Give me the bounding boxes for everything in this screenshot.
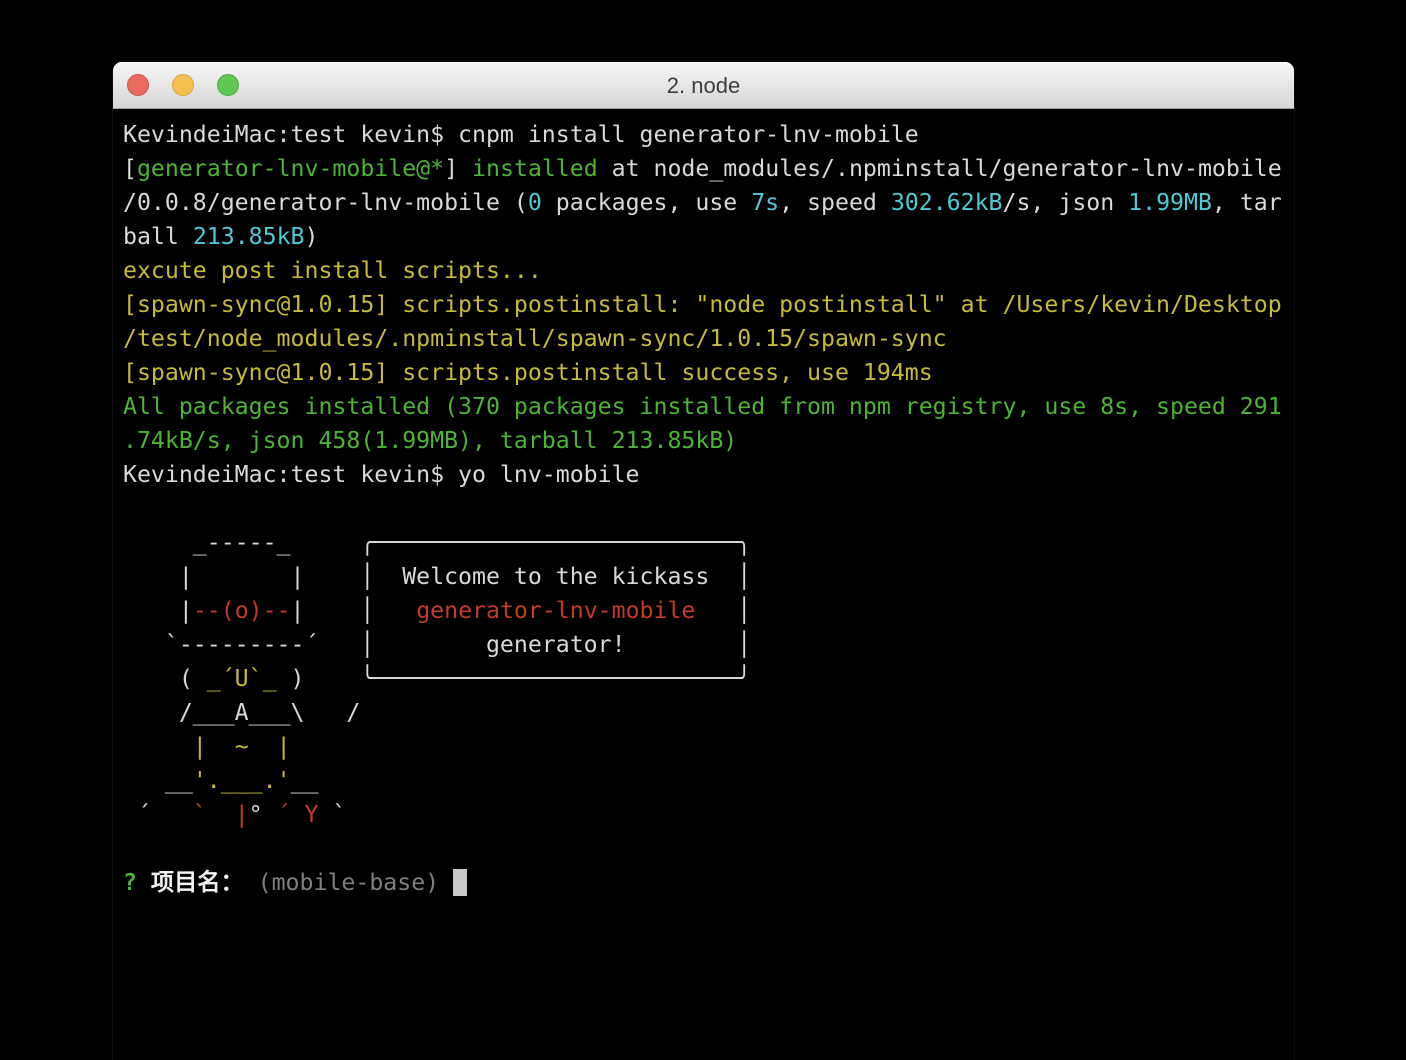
terminal-text-segment: /0.0.8/generator-lnv-mobile (: [123, 189, 528, 216]
terminal-text-segment: ` |: [192, 801, 249, 828]
terminal-line: /test/node_modules/.npminstall/spawn-syn…: [123, 322, 1284, 356]
terminal-line: __'.___.'__: [123, 764, 1284, 798]
terminal-text-segment: `---------´ │ generator! │: [123, 631, 752, 658]
terminal-text-segment: (mobile-base): [257, 869, 454, 896]
terminal-text-segment: at node_modules/.npminstall/generator-ln…: [597, 155, 1282, 182]
terminal-text-segment: installed: [472, 155, 598, 182]
terminal-text-segment: _´U`_: [206, 665, 277, 692]
terminal-line: /___A___\ /: [123, 696, 1284, 730]
terminal-text-segment: generator-lnv-mobile@*: [136, 155, 445, 182]
terminal-text-segment: __: [290, 767, 319, 794]
terminal-text-segment: KevindeiMac:test kevin$ cnpm install gen…: [123, 121, 919, 148]
terminal-text-segment: (: [123, 665, 207, 692]
terminal-text-segment: , speed: [779, 189, 891, 216]
terminal-text-segment: excute post install scripts...: [123, 257, 542, 284]
terminal-line: ? 项目名： (mobile-base): [123, 866, 1284, 900]
terminal-text-segment: ´: [123, 801, 193, 828]
terminal-text-segment: 7s: [751, 189, 780, 216]
terminal-text-segment: [spawn-sync@1.0.15] scripts.postinstall:…: [123, 291, 1282, 318]
terminal-line: _-----_ ╭──────────────────────────╮: [123, 526, 1284, 560]
terminal-cursor[interactable]: [453, 869, 468, 896]
terminal-text-segment: |: [123, 597, 193, 624]
terminal-text-segment: | | │ Welcome to the kickass │: [123, 563, 752, 590]
terminal-text-segment: 1.99MB: [1128, 189, 1212, 216]
terminal-line: [spawn-sync@1.0.15] scripts.postinstall:…: [123, 288, 1284, 322]
terminal-text-segment: ) ╰──────────────────────────╯: [276, 665, 752, 692]
terminal-line: |--(o)--| │ generator-lnv-mobile │: [123, 594, 1284, 628]
terminal-text-segment: /___A___\ /: [123, 699, 361, 726]
terminal-text-segment: [: [123, 155, 137, 182]
terminal-text-segment: 213.85kB: [192, 223, 305, 250]
desktop-background: 2. node KevindeiMac:test kevin$ cnpm ins…: [0, 0, 1406, 1060]
terminal-text-segment: , tar: [1211, 189, 1282, 216]
terminal-text-segment: ): [304, 223, 319, 250]
window-title: 2. node: [666, 73, 741, 98]
terminal-text-segment: | ~ |: [192, 733, 291, 760]
terminal-line: excute post install scripts...: [123, 254, 1284, 288]
terminal-text-segment: ?: [123, 869, 151, 896]
terminal-text-segment: packages, use: [541, 189, 752, 216]
terminal-output: KevindeiMac:test kevin$ cnpm install gen…: [123, 118, 1284, 900]
terminal-line: KevindeiMac:test kevin$ yo lnv-mobile: [123, 458, 1284, 492]
terminal-text-segment: .74kB/s, json 458(1.99MB), tarball 213.8…: [123, 427, 738, 454]
terminal-text-segment: --(o)--: [192, 597, 291, 624]
terminal-text-segment: _-----_ ╭──────────────────────────╮: [123, 529, 752, 556]
terminal-line: [generator-lnv-mobile@*] installed at no…: [123, 152, 1284, 186]
terminal-screen[interactable]: KevindeiMac:test kevin$ cnpm install gen…: [113, 109, 1294, 900]
terminal-text-segment: /s, json: [1002, 189, 1129, 216]
terminal-text-segment: │: [695, 597, 752, 624]
terminal-line: All packages installed (370 packages ins…: [123, 390, 1284, 424]
terminal-text-segment: All packages installed (370 packages ins…: [123, 393, 1282, 420]
terminal-text-segment: generator-lnv-mobile: [416, 597, 696, 624]
terminal-text-segment: 项目名：: [150, 869, 258, 896]
terminal-line: /0.0.8/generator-lnv-mobile (0 packages,…: [123, 186, 1284, 220]
terminal-line: ( _´U`_ ) ╰──────────────────────────╯: [123, 662, 1284, 696]
terminal-line: ´ ` |° ´ Y `: [123, 798, 1284, 832]
terminal-line: ball 213.85kB): [123, 220, 1284, 254]
terminal-text-segment: 0: [527, 189, 542, 216]
terminal-text-segment: __: [123, 767, 193, 794]
terminal-line: .74kB/s, json 458(1.99MB), tarball 213.8…: [123, 424, 1284, 458]
terminal-line: | | │ Welcome to the kickass │: [123, 560, 1284, 594]
terminal-line: KevindeiMac:test kevin$ cnpm install gen…: [123, 118, 1284, 152]
terminal-text-segment: 302.62kB: [890, 189, 1003, 216]
terminal-text-segment: °: [248, 801, 277, 828]
title-bar[interactable]: 2. node: [113, 62, 1294, 109]
terminal-window: 2. node KevindeiMac:test kevin$ cnpm ins…: [113, 62, 1294, 1060]
terminal-line: [spawn-sync@1.0.15] scripts.postinstall …: [123, 356, 1284, 390]
terminal-text-segment: KevindeiMac:test kevin$ yo lnv-mobile: [123, 461, 640, 488]
terminal-text-segment: | │: [290, 597, 417, 624]
terminal-line: | ~ |: [123, 730, 1284, 764]
terminal-text-segment: `: [318, 801, 347, 828]
terminal-text-segment: ´ Y: [276, 801, 319, 828]
terminal-text-segment: ball: [123, 223, 193, 250]
terminal-text-segment: [spawn-sync@1.0.15] scripts.postinstall …: [123, 359, 933, 386]
terminal-line: `---------´ │ generator! │: [123, 628, 1284, 662]
terminal-text-segment: /test/node_modules/.npminstall/spawn-syn…: [123, 325, 947, 352]
terminal-text-segment: ]: [444, 155, 459, 182]
terminal-text-segment: '.___.': [192, 767, 291, 794]
